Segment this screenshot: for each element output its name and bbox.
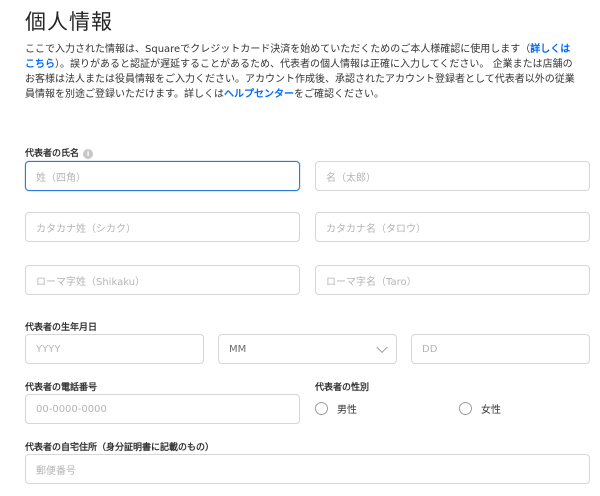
birth-month-value: MM (229, 343, 247, 355)
page-description: ここで入力された情報は、Squareでクレジットカード決済を始めていただくための… (25, 42, 577, 102)
first-name-kana-placeholder: カタカナ名（タロウ） (326, 223, 426, 235)
info-icon[interactable]: i (83, 148, 94, 159)
last-name-placeholder: 姓（四角） (36, 172, 86, 184)
birth-year-input[interactable]: YYYY (25, 334, 204, 364)
birth-day-placeholder: DD (422, 343, 438, 355)
last-name-roman-placeholder: ローマ字姓（Shikaku） (36, 276, 146, 288)
name-label-text: 代表者の氏名 (25, 149, 80, 159)
first-name-placeholder: 名（太郎） (326, 172, 376, 184)
gender-male-option[interactable]: 男性 (315, 401, 357, 416)
dob-label: 代表者の生年月日 (25, 323, 98, 333)
gender-male-label: 男性 (337, 405, 357, 416)
last-name-input[interactable]: 姓（四角） (25, 161, 300, 191)
last-name-kana-placeholder: カタカナ姓（シカク） (36, 223, 136, 235)
radio-button-female[interactable] (459, 402, 472, 415)
chevron-down-icon (376, 341, 388, 354)
first-name-roman-input[interactable]: ローマ字名（Taro） (315, 265, 590, 295)
birth-year-placeholder: YYYY (36, 343, 61, 355)
gender-female-label: 女性 (481, 405, 501, 416)
phone-placeholder: 00-0000-0000 (36, 403, 107, 415)
help-center-link[interactable]: ヘルプセンター (224, 89, 294, 100)
last-name-roman-input[interactable]: ローマ字姓（Shikaku） (25, 265, 300, 295)
last-name-kana-input[interactable]: カタカナ姓（シカク） (25, 212, 300, 242)
first-name-kana-input[interactable]: カタカナ名（タロウ） (315, 212, 590, 242)
postal-code-input[interactable]: 郵便番号 (25, 454, 590, 484)
radio-button-male[interactable] (315, 402, 328, 415)
birth-month-select[interactable]: MM (218, 334, 397, 364)
first-name-roman-placeholder: ローマ字名（Taro） (326, 276, 417, 288)
description-text-1: ここで入力された情報は、Squareでクレジットカード決済を始めていただくための… (25, 44, 531, 55)
name-label: 代表者の氏名 i (25, 146, 94, 159)
postal-code-placeholder: 郵便番号 (36, 465, 76, 477)
first-name-input[interactable]: 名（太郎） (315, 161, 590, 191)
page-title: 個人情報 (25, 10, 113, 34)
gender-female-option[interactable]: 女性 (459, 401, 501, 416)
birth-day-input[interactable]: DD (411, 334, 590, 364)
description-text-3: をご確認ください。 (294, 89, 384, 100)
gender-label: 代表者の性別 (315, 383, 370, 393)
phone-label: 代表者の電話番号 (25, 383, 98, 393)
phone-input[interactable]: 00-0000-0000 (25, 394, 300, 424)
address-label: 代表者の自宅住所（身分証明書に記載のもの） (25, 443, 215, 453)
